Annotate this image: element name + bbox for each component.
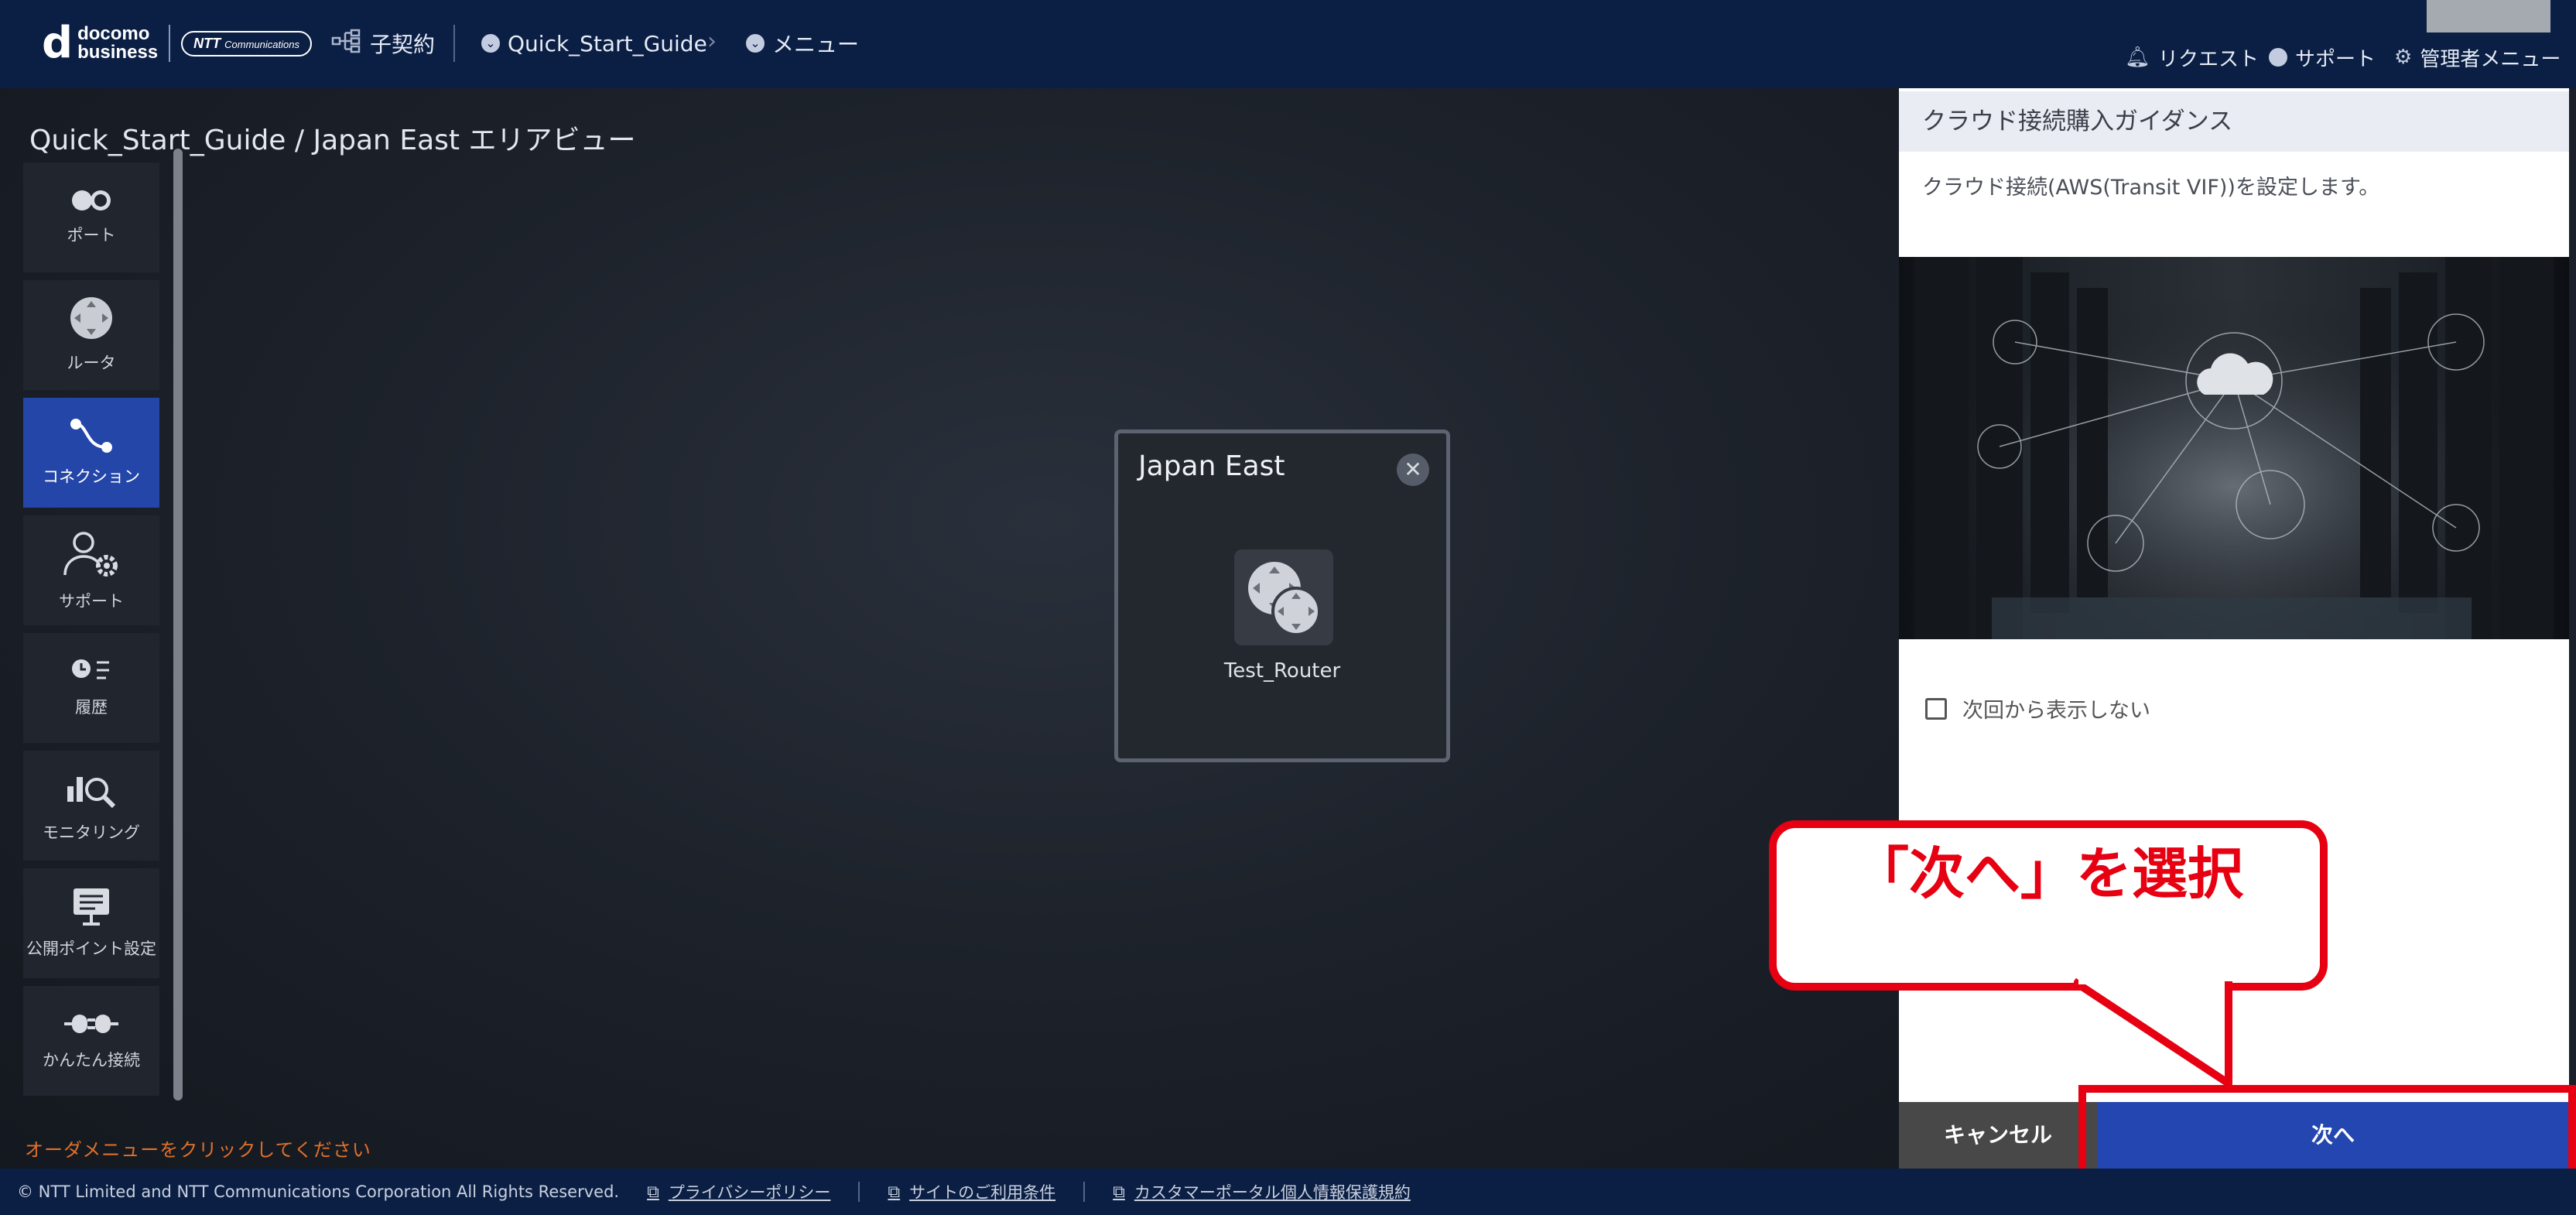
footer: © NTT Limited and NTT Communications Cor… [0, 1169, 2576, 1215]
ntt-communications-logo: NTT Communications [181, 30, 312, 56]
sidebar-item-label: ポート [67, 226, 116, 245]
top-header: d docomo business NTT Communications 子契約… [0, 0, 2576, 88]
dont-show-again-label: 次回から表示しない [1962, 699, 2150, 723]
panel-description: クラウド接続(AWS(Transit VIF))を設定します。 [1922, 176, 2380, 200]
breadcrumb-menu[interactable]: ⌄ メニュー [746, 28, 859, 59]
easy-connect-icon [64, 1015, 118, 1033]
breadcrumb-menu-label: メニュー [772, 32, 860, 57]
logo-top-text: docomo [77, 23, 150, 44]
router-icon [70, 297, 112, 339]
sidebar-item-label: コネクション [43, 467, 140, 486]
connection-icon [70, 419, 112, 453]
gear-icon: ⚙ [2394, 46, 2413, 69]
bell-icon: 🔔︎ [2125, 46, 2151, 69]
customer-portal-privacy-link[interactable]: ⧉ カスタマーポータル個人情報保護規約 [1113, 1180, 1411, 1203]
sidebar-item-label: サポート [59, 592, 124, 611]
request-link[interactable]: 🔔︎ リクエスト [2125, 43, 2259, 71]
callout-text: 「次へ」を選択 [1852, 841, 2243, 906]
callout-pointer [2074, 977, 2232, 1087]
logo-divider [169, 25, 171, 62]
customer-portal-privacy-label: カスタマーポータル個人情報保護規約 [1134, 1183, 1411, 1202]
ntt-text: NTT [193, 35, 221, 51]
support-link[interactable]: ? サポート [2269, 43, 2376, 71]
area-title: Japan East [1138, 450, 1285, 482]
copyright: © NTT Limited and NTT Communications Cor… [17, 1182, 620, 1201]
cancel-button[interactable]: キャンセル [1899, 1102, 2097, 1169]
checkbox-box[interactable] [1925, 697, 1947, 720]
request-label: リクエスト [2158, 47, 2260, 71]
docomo-d-mark: d [42, 18, 74, 68]
right-edge-strip [2569, 88, 2576, 1169]
terms-of-use-label: サイトのご利用条件 [909, 1183, 1056, 1202]
page-title: Quick_Start_Guide / Japan East エリアビュー [29, 125, 636, 156]
sidebar-item-label: 公開ポイント設定 [26, 939, 156, 958]
chevron-down-circle-icon: ⌄ [481, 34, 500, 53]
monitoring-icon [67, 777, 116, 809]
instruction-callout: 「次へ」を選択 [1769, 820, 2328, 991]
hierarchy-icon [331, 29, 362, 59]
external-link-icon: ⧉ [1113, 1182, 1125, 1202]
privacy-policy-link[interactable]: ⧉ プライバシーポリシー [647, 1180, 830, 1203]
sidebar-item-label: モニタリング [43, 823, 140, 842]
sidebar-item-easy-connect[interactable]: かんたん接続 [23, 986, 159, 1096]
support-label: サポート [2295, 47, 2376, 71]
datacenter-illustration [1899, 257, 2569, 639]
sidebar-item-label: ルータ [67, 354, 116, 372]
external-link-icon: ⧉ [888, 1182, 901, 1202]
sidebar-item-public-point[interactable]: 公開ポイント設定 [23, 868, 159, 978]
area-view-canvas[interactable]: Quick_Start_Guide / Japan East エリアビュー ポー… [0, 88, 1899, 1169]
sidebar-item-history[interactable]: 履歴 [23, 633, 159, 743]
public-point-icon [74, 888, 109, 926]
admin-menu-label: 管理者メニュー [2420, 47, 2561, 71]
close-icon[interactable]: ✕ [1397, 453, 1429, 486]
sidebar-item-label: かんたん接続 [43, 1051, 140, 1070]
port-icon [72, 190, 111, 210]
user-account-box[interactable] [2427, 0, 2550, 33]
breadcrumb-project[interactable]: ⌄ Quick_Start_Guide [481, 28, 707, 59]
sidebar-scrollbar[interactable] [173, 149, 183, 1100]
dont-show-again-checkbox[interactable]: 次回から表示しない [1925, 693, 2150, 724]
external-link-icon: ⧉ [647, 1182, 659, 1202]
japan-east-area-box[interactable]: Japan East ✕ Test_Router [1114, 430, 1450, 762]
breadcrumb-project-label: Quick_Start_Guide [508, 30, 707, 56]
chevron-down-circle-icon: ⌄ [746, 34, 765, 53]
order-sidebar: ポート ルータ コネクション サポート 履歴 モニタリング 公開ポイント設定 か… [23, 163, 159, 1104]
support-icon [63, 532, 118, 577]
router-icon [1248, 562, 1321, 636]
cloud-network-illustration [1899, 257, 2569, 639]
sidebar-item-router[interactable]: ルータ [23, 280, 159, 390]
logo-wordmark: docomo business [77, 25, 158, 62]
sidebar-item-support[interactable]: サポート [23, 515, 159, 625]
footer-divider [1083, 1182, 1086, 1202]
breadcrumb-chevron-icon: › [707, 28, 717, 55]
sidebar-item-port[interactable]: ポート [23, 163, 159, 272]
logo-bottom-text: business [77, 42, 159, 63]
privacy-policy-label: プライバシーポリシー [668, 1183, 831, 1202]
sidebar-item-monitoring[interactable]: モニタリング [23, 751, 159, 861]
router-name: Test_Router [1223, 659, 1341, 683]
header-divider [453, 25, 455, 62]
help-icon: ? [2269, 48, 2287, 67]
terms-of-use-link[interactable]: ⧉ サイトのご利用条件 [888, 1180, 1055, 1203]
sidebar-item-connection[interactable]: コネクション [23, 398, 159, 508]
history-icon [72, 659, 109, 679]
contract-switch[interactable]: 子契約 [331, 28, 435, 59]
test-router-node[interactable] [1234, 549, 1333, 645]
footer-divider [858, 1182, 860, 1202]
sidebar-item-label: 履歴 [75, 698, 108, 717]
order-menu-hint: オーダメニューをクリックしてください [25, 1139, 371, 1161]
admin-menu-link[interactable]: ⚙ 管理者メニュー [2394, 43, 2561, 71]
contract-label: 子契約 [370, 32, 436, 57]
panel-title: クラウド接続購入ガイダンス [1899, 91, 2569, 152]
docomo-business-logo[interactable]: d docomo business NTT Communications [42, 19, 312, 68]
ntt-sub-text: Communications [224, 38, 299, 50]
